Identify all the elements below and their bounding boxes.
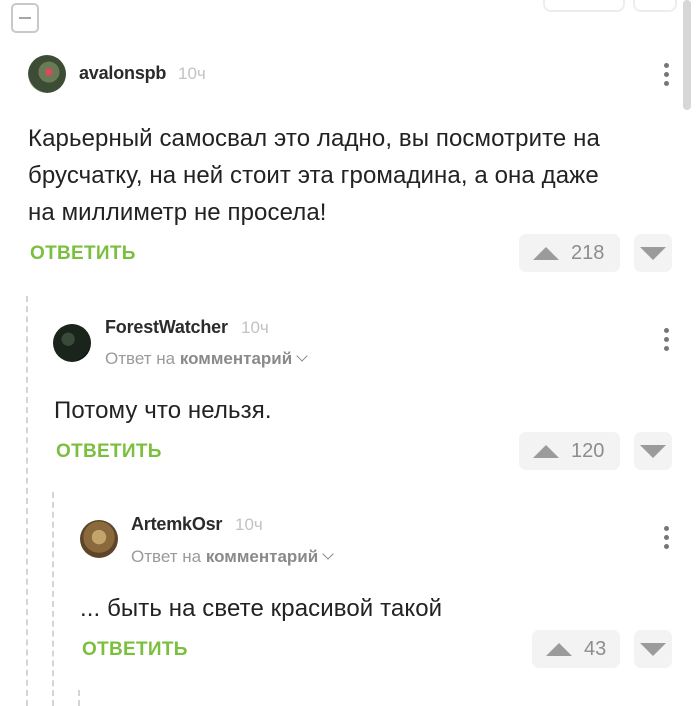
- more-options-icon[interactable]: [663, 328, 669, 356]
- thread-line-level-2: [52, 492, 54, 706]
- comment-text-line: на миллиметр не просела!: [28, 199, 327, 226]
- reply-to-target[interactable]: комментарий: [180, 349, 292, 368]
- comment-text-line: Карьерный самосвал это ладно, вы посмотр…: [28, 125, 600, 152]
- previous-comment-vote-up[interactable]: [543, 0, 625, 12]
- thread-line-level-3: [78, 690, 80, 706]
- reply-button[interactable]: ОТВЕТИТЬ: [30, 243, 136, 265]
- arrow-down-icon: [640, 642, 666, 656]
- reply-to-target[interactable]: комментарий: [206, 547, 318, 566]
- avatar[interactable]: [53, 324, 91, 362]
- vote-up-button[interactable]: 43: [532, 630, 620, 668]
- avatar[interactable]: [28, 55, 66, 93]
- thread-line-level-1: [26, 296, 28, 706]
- rating-count: 218: [571, 241, 605, 264]
- reply-to-link[interactable]: Ответ на комментарий: [105, 349, 308, 369]
- arrow-down-icon: [640, 444, 666, 458]
- comment-text-line: брусчатку, на ней стоит эта громадина, а…: [28, 162, 599, 189]
- avatar[interactable]: [80, 520, 118, 558]
- arrow-down-icon: [640, 246, 666, 260]
- reply-to-prefix: Ответ на: [105, 349, 176, 368]
- arrow-up-icon: [533, 246, 559, 260]
- comment-author[interactable]: ForestWatcher: [105, 317, 228, 338]
- more-options-icon[interactable]: [663, 63, 669, 91]
- comment-text-line: Потому что нельзя.: [54, 397, 272, 424]
- comment-author[interactable]: avalonspb: [79, 63, 166, 84]
- reply-to-link[interactable]: Ответ на комментарий: [131, 547, 334, 567]
- comment-time: 10ч: [241, 318, 269, 337]
- comment-text-line: ... быть на свете красивой такой: [80, 595, 443, 622]
- arrow-up-icon: [546, 642, 572, 656]
- comment-text: Потому что нельзя.: [54, 392, 272, 429]
- vote-down-button[interactable]: [634, 432, 672, 470]
- comment-time: 10ч: [235, 515, 263, 534]
- collapse-thread-button[interactable]: [11, 3, 39, 33]
- rating-count: 120: [571, 439, 605, 462]
- chevron-down-icon: [296, 350, 308, 362]
- chevron-down-icon: [322, 548, 334, 560]
- vote-up-button[interactable]: 120: [519, 432, 620, 470]
- arrow-up-icon: [533, 444, 559, 458]
- vote-up-button[interactable]: 218: [519, 234, 620, 272]
- comment-text: ... быть на свете красивой такой: [80, 590, 442, 627]
- reply-to-prefix: Ответ на: [131, 547, 202, 566]
- comment-text: Карьерный самосвал это ладно, вы посмотр…: [28, 120, 600, 231]
- comment-author[interactable]: ArtemkOsr: [131, 514, 222, 535]
- vote-down-button[interactable]: [634, 234, 672, 272]
- comment-time: 10ч: [178, 64, 206, 83]
- reply-button[interactable]: ОТВЕТИТЬ: [82, 639, 188, 661]
- more-options-icon[interactable]: [663, 526, 669, 554]
- rating-count: 43: [584, 637, 607, 660]
- previous-comment-vote-down[interactable]: [633, 0, 677, 12]
- reply-button[interactable]: ОТВЕТИТЬ: [56, 441, 162, 463]
- vote-down-button[interactable]: [634, 630, 672, 668]
- scrollbar[interactable]: [683, 0, 691, 110]
